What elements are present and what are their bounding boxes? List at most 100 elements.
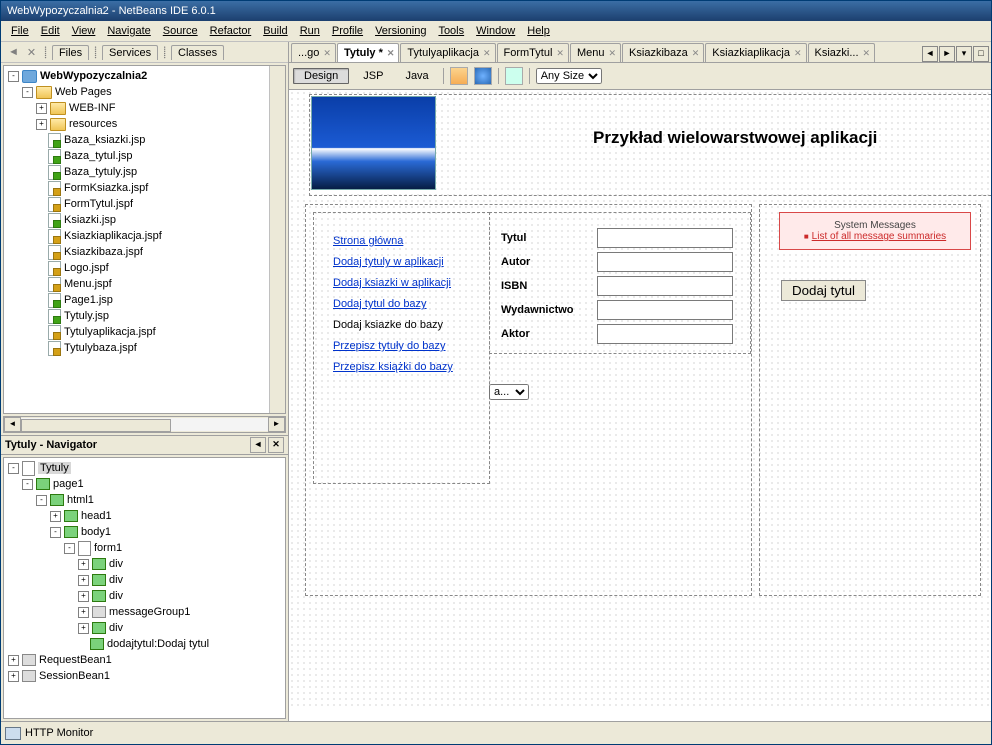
- file-Menu-jspf[interactable]: Menu.jspf: [8, 276, 285, 292]
- tab-scroll-left-icon[interactable]: ◄: [922, 46, 938, 62]
- vertical-scrollbar[interactable]: [269, 66, 285, 413]
- nav-body1[interactable]: -body1: [8, 524, 285, 540]
- nav-link-3[interactable]: Dodaj tytul do bazy: [333, 298, 453, 310]
- editor-tab-1[interactable]: Tytuly *✕: [337, 43, 399, 62]
- menu-view[interactable]: View: [66, 23, 102, 39]
- menu-versioning[interactable]: Versioning: [369, 23, 432, 39]
- nav-page1[interactable]: -page1: [8, 476, 285, 492]
- folder-webpages[interactable]: -Web Pages: [8, 84, 285, 100]
- minimize-icon[interactable]: ◄: [8, 46, 19, 58]
- nav-html1[interactable]: -html1: [8, 492, 285, 508]
- menu-profile[interactable]: Profile: [326, 23, 369, 39]
- nav-RequestBean1[interactable]: +RequestBean1: [8, 652, 285, 668]
- design-canvas[interactable]: Przykład wielowarstwowej aplikacji Stron…: [289, 90, 991, 721]
- folder-webinf[interactable]: +WEB-INF: [8, 100, 285, 116]
- file-Ksiazkibaza-jspf[interactable]: Ksiazkibaza.jspf: [8, 244, 285, 260]
- menu-refactor[interactable]: Refactor: [204, 23, 258, 39]
- file-Page1-jsp[interactable]: Page1.jsp: [8, 292, 285, 308]
- close-tab-icon[interactable]: ✕: [609, 48, 617, 59]
- mode-design-button[interactable]: Design: [293, 68, 349, 84]
- nav-div4[interactable]: +div: [8, 620, 285, 636]
- file-Tytulyaplikacja-jspf[interactable]: Tytulyaplikacja.jspf: [8, 324, 285, 340]
- file-Ksiazkiaplikacja-jspf[interactable]: Ksiazkiaplikacja.jspf: [8, 228, 285, 244]
- menu-file[interactable]: File: [5, 23, 35, 39]
- editor-tab-2[interactable]: Tytulyaplikacja✕: [400, 43, 495, 62]
- tab-max-icon[interactable]: □: [973, 46, 989, 62]
- menu-run[interactable]: Run: [294, 23, 326, 39]
- file-Ksiazki-jsp[interactable]: Ksiazki.jsp: [8, 212, 285, 228]
- menu-navigate[interactable]: Navigate: [101, 23, 156, 39]
- field-input-0[interactable]: [597, 228, 733, 248]
- close-tab-icon[interactable]: ✕: [387, 48, 395, 59]
- navigator-close-icon[interactable]: ✕: [268, 437, 284, 453]
- editor-tab-4[interactable]: Menu✕: [570, 43, 621, 62]
- http-monitor-icon[interactable]: [5, 727, 21, 740]
- tab-services[interactable]: Services: [102, 45, 158, 60]
- combo-select[interactable]: a...: [489, 384, 529, 400]
- add-title-button[interactable]: Dodaj tytul: [781, 280, 866, 301]
- menu-help[interactable]: Help: [521, 23, 556, 39]
- file-FormTytul-jspf[interactable]: FormTytul.jspf: [8, 196, 285, 212]
- horizontal-scrollbar[interactable]: ◄►: [3, 416, 286, 433]
- file-Tytuly-jsp[interactable]: Tytuly.jsp: [8, 308, 285, 324]
- menu-tools[interactable]: Tools: [432, 23, 470, 39]
- close-tab-icon[interactable]: ✕: [863, 48, 871, 59]
- tab-list-icon[interactable]: ▾: [956, 46, 972, 62]
- align-icon[interactable]: [505, 67, 523, 85]
- editor-tab-3[interactable]: FormTytul✕: [497, 43, 569, 62]
- file-Tytulybaza-jspf[interactable]: Tytulybaza.jspf: [8, 340, 285, 356]
- field-input-3[interactable]: [597, 300, 733, 320]
- close-tab-icon[interactable]: ✕: [692, 48, 700, 59]
- nav-root[interactable]: -Tytuly: [8, 460, 285, 476]
- close-tab-icon[interactable]: ✕: [794, 48, 802, 59]
- menu-edit[interactable]: Edit: [35, 23, 66, 39]
- combo-fragment[interactable]: a...: [489, 384, 529, 400]
- refresh-icon[interactable]: [450, 67, 468, 85]
- close-panel-icon[interactable]: ✕: [27, 46, 36, 59]
- close-tab-icon[interactable]: ✕: [323, 48, 331, 59]
- nav-link-5[interactable]: Przepisz tytuły do bazy: [333, 340, 453, 352]
- navigator-min-icon[interactable]: ◄: [250, 437, 266, 453]
- file-FormKsiazka-jspf[interactable]: FormKsiazka.jspf: [8, 180, 285, 196]
- menu-source[interactable]: Source: [157, 23, 204, 39]
- tab-scroll-right-icon[interactable]: ►: [939, 46, 955, 62]
- mode-jsp-button[interactable]: JSP: [355, 69, 391, 83]
- logo-image[interactable]: [311, 96, 436, 190]
- file-Baza_tytul-jsp[interactable]: Baza_tytul.jsp: [8, 148, 285, 164]
- folder-resources[interactable]: +resources: [8, 116, 285, 132]
- system-messages-box[interactable]: System Messages ■List of all message sum…: [779, 212, 971, 250]
- file-Logo-jspf[interactable]: Logo.jspf: [8, 260, 285, 276]
- editor-tab-6[interactable]: Ksiazkiaplikacja✕: [705, 43, 806, 62]
- status-text[interactable]: HTTP Monitor: [25, 727, 93, 739]
- menu-build[interactable]: Build: [257, 23, 293, 39]
- nav-form1[interactable]: -form1: [8, 540, 285, 556]
- nav-link-1[interactable]: Dodaj tytuly w aplikacji: [333, 256, 453, 268]
- nav-SessionBean1[interactable]: +SessionBean1: [8, 668, 285, 684]
- project-root[interactable]: -WebWypozyczalnia2: [8, 68, 285, 84]
- nav-div2[interactable]: +div: [8, 572, 285, 588]
- editor-tab-0[interactable]: ...go✕: [291, 43, 336, 62]
- nav-link-6[interactable]: Przepisz książki do bazy: [333, 361, 453, 373]
- nav-div3[interactable]: +div: [8, 588, 285, 604]
- editor-tab-7[interactable]: Ksiazki...✕: [808, 43, 876, 62]
- close-tab-icon[interactable]: ✕: [556, 48, 564, 59]
- field-input-2[interactable]: [597, 276, 733, 296]
- editor-tab-5[interactable]: Ksiazkibaza✕: [622, 43, 704, 62]
- field-input-4[interactable]: [597, 324, 733, 344]
- file-Baza_ksiazki-jsp[interactable]: Baza_ksiazki.jsp: [8, 132, 285, 148]
- tab-classes[interactable]: Classes: [171, 45, 224, 60]
- tab-files[interactable]: Files: [52, 45, 89, 60]
- nav-messagegroup[interactable]: +messageGroup1: [8, 604, 285, 620]
- navigator-tree[interactable]: -Tytuly-page1-html1+head1-body1-form1+di…: [3, 457, 286, 719]
- field-input-1[interactable]: [597, 252, 733, 272]
- size-select[interactable]: Any Size: [536, 68, 602, 84]
- mode-java-button[interactable]: Java: [397, 69, 436, 83]
- nav-dodajtytul[interactable]: dodajtytul:Dodaj tytul: [8, 636, 285, 652]
- menu-window[interactable]: Window: [470, 23, 521, 39]
- preview-browser-icon[interactable]: [474, 67, 492, 85]
- projects-tree[interactable]: -WebWypozyczalnia2-Web Pages+WEB-INF+res…: [3, 65, 286, 414]
- close-tab-icon[interactable]: ✕: [483, 48, 491, 59]
- nav-link-0[interactable]: Strona główna: [333, 235, 453, 247]
- nav-link-2[interactable]: Dodaj ksiazki w aplikacji: [333, 277, 453, 289]
- file-Baza_tytuly-jsp[interactable]: Baza_tytuly.jsp: [8, 164, 285, 180]
